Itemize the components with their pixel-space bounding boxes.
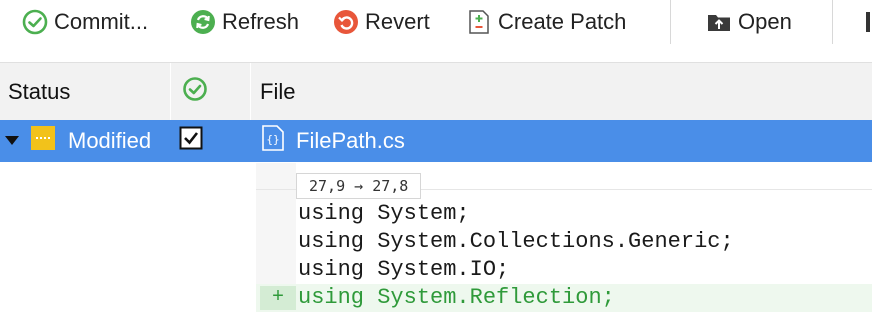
check-circle-icon xyxy=(22,9,48,35)
refresh-button[interactable]: Refresh xyxy=(190,6,299,38)
toolbar: Commit... Refresh Revert Create Patch Op… xyxy=(0,0,872,44)
checkbox-checked-icon xyxy=(179,126,203,156)
column-divider[interactable] xyxy=(250,63,251,121)
toolbar-divider xyxy=(832,0,833,44)
open-label: Open xyxy=(738,9,792,34)
code-line: using System; xyxy=(298,201,470,226)
commit-label: Commit... xyxy=(54,9,149,34)
commit-checkbox[interactable] xyxy=(179,120,203,162)
hunk-header: 27,9 → 27,8 xyxy=(296,173,422,199)
refresh-icon xyxy=(190,9,216,35)
patch-file-icon xyxy=(466,9,492,35)
create-patch-button[interactable]: Create Patch xyxy=(466,6,626,38)
open-folder-icon xyxy=(706,9,732,35)
code-line: using System.IO; xyxy=(298,257,510,282)
revert-label: Revert xyxy=(365,9,430,34)
disclosure-triangle-icon xyxy=(4,128,20,154)
file-name: FilePath.cs xyxy=(296,128,405,153)
revert-button[interactable]: Revert xyxy=(333,6,430,38)
code-file-icon: {} xyxy=(261,124,285,158)
commit-column-header[interactable] xyxy=(182,63,208,121)
code-line: using System.Collections.Generic; xyxy=(298,229,734,254)
modified-status-icon xyxy=(30,125,56,157)
file-column-header[interactable]: File xyxy=(260,63,295,121)
open-button[interactable]: Open xyxy=(706,6,792,38)
status-column-header[interactable]: Status xyxy=(8,63,70,121)
create-patch-label: Create Patch xyxy=(498,9,627,34)
column-divider[interactable] xyxy=(170,63,171,121)
expand-toggle[interactable] xyxy=(4,120,20,162)
diff-view: 27,9 → 27,8 using System; using System.C… xyxy=(256,163,872,312)
check-circle-icon xyxy=(182,76,208,108)
file-type-badge: {} xyxy=(261,120,285,162)
file-row[interactable]: Modified {} FilePath.cs xyxy=(0,120,872,162)
added-line-marker: + xyxy=(260,286,296,310)
revert-icon xyxy=(333,9,359,35)
added-code-line: + using System.Reflection; xyxy=(256,284,872,312)
column-header: Status File xyxy=(0,62,872,121)
status-label: Modified xyxy=(68,128,152,153)
overflow-toolbar-item[interactable] xyxy=(866,12,870,32)
commit-button[interactable]: Commit... xyxy=(22,6,148,38)
svg-text:{}: {} xyxy=(266,133,279,146)
modified-badge xyxy=(30,120,56,162)
refresh-label: Refresh xyxy=(222,9,300,34)
toolbar-divider xyxy=(670,0,671,44)
